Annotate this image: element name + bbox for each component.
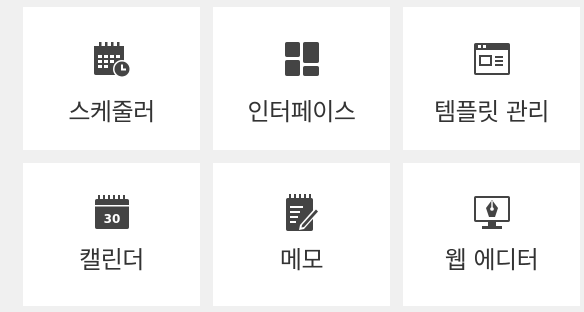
calendar-icon-day: 30 — [103, 212, 120, 226]
monitor-pen-icon — [473, 196, 510, 229]
menu-grid: 스케줄러 인터페이스 템플릿 관리 30 캘린더 메모 웹 에디터 — [0, 0, 584, 312]
calendar-clock-icon — [93, 42, 131, 78]
tile-web-editor[interactable]: 웹 에디터 — [403, 163, 580, 306]
tile-template-management[interactable]: 템플릿 관리 — [403, 7, 580, 150]
layout-grid-icon — [284, 42, 319, 76]
tile-scheduler[interactable]: 스케줄러 — [23, 7, 200, 150]
tile-interface[interactable]: 인터페이스 — [213, 7, 390, 150]
tile-memo[interactable]: 메모 — [213, 163, 390, 306]
tile-label: 템플릿 관리 — [433, 98, 550, 126]
memo-pencil-icon — [285, 194, 320, 231]
calendar-30-icon: 30 — [94, 195, 129, 229]
tile-calendar[interactable]: 30 캘린더 — [23, 163, 200, 306]
tile-label: 메모 — [279, 246, 324, 274]
tile-label: 웹 에디터 — [444, 246, 539, 274]
template-window-icon — [473, 43, 510, 75]
tile-label: 인터페이스 — [247, 98, 356, 126]
tile-label: 스케줄러 — [68, 98, 155, 126]
tile-label: 캘린더 — [79, 246, 144, 274]
